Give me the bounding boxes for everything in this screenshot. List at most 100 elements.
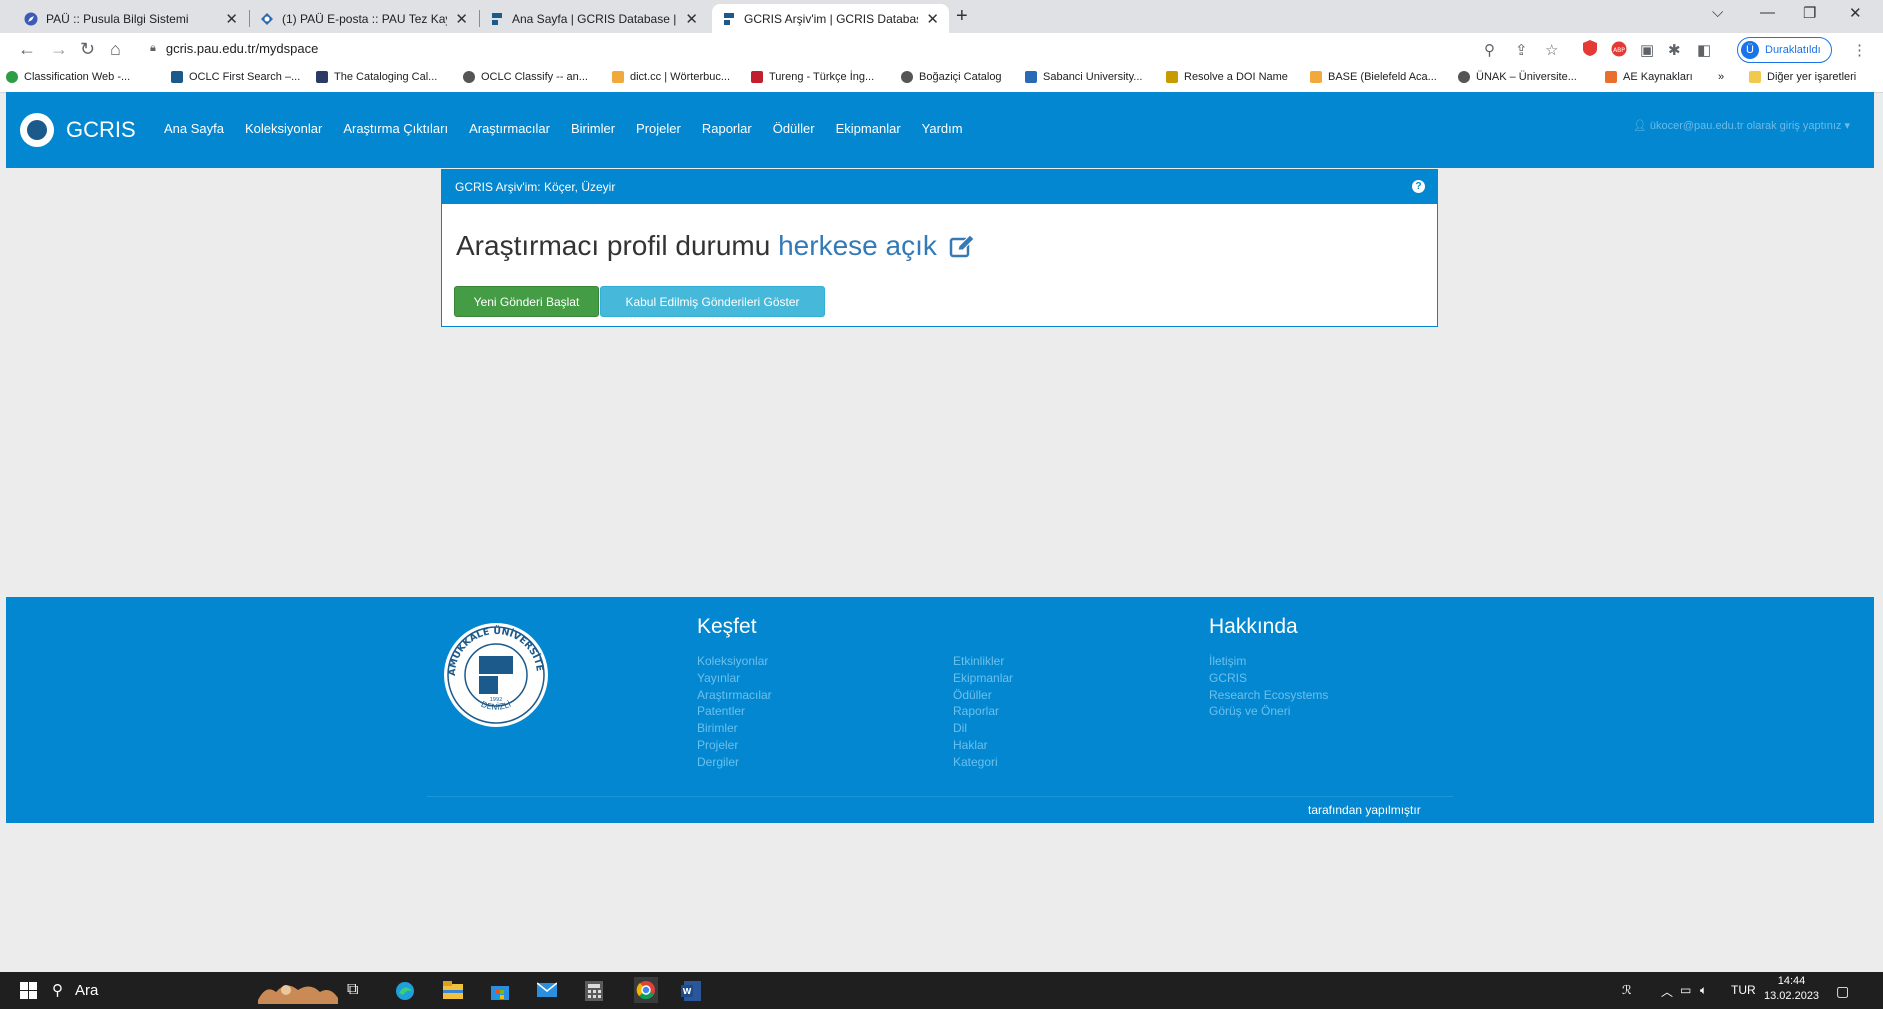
- nav-equipment[interactable]: Ekipmanlar: [836, 121, 901, 136]
- footer-link[interactable]: Koleksiyonlar: [697, 653, 772, 670]
- footer-link[interactable]: Projeler: [697, 737, 772, 754]
- footer-about-col: İletişim GCRIS Research Ecosystems Görüş…: [1209, 653, 1328, 720]
- bookmarks-overflow-button[interactable]: »: [1718, 71, 1724, 83]
- windows-start-icon[interactable]: [20, 982, 37, 1004]
- task-view-icon[interactable]: ⧉: [347, 981, 358, 999]
- nav-units[interactable]: Birimler: [571, 121, 615, 136]
- volume-icon[interactable]: 🔈︎: [1700, 983, 1707, 998]
- caret-up-icon[interactable]: ︿: [1661, 983, 1673, 1000]
- footer-link[interactable]: Raporlar: [953, 703, 1013, 720]
- show-accepted-submissions-button[interactable]: Kabul Edilmiş Gönderileri Göster: [600, 286, 825, 317]
- search-highlight-icon[interactable]: [256, 978, 340, 1009]
- url-bar[interactable]: 🔒︎ gcris.pau.edu.tr/mydspace: [150, 41, 318, 56]
- browser-tab[interactable]: (1) PAÜ E-posta :: PAU Tez Kayıtla ✕: [250, 4, 478, 33]
- bookmark-item[interactable]: AE Kaynakları: [1605, 71, 1693, 83]
- nav-research-outputs[interactable]: Araştırma Çıktıları: [343, 121, 448, 136]
- notification-icon[interactable]: ▢: [1836, 983, 1849, 1000]
- footer-link[interactable]: Patentler: [697, 703, 772, 720]
- share-icon[interactable]: ⇪: [1515, 41, 1528, 59]
- adblock-icon[interactable]: ABP: [1611, 41, 1627, 61]
- home-icon[interactable]: ⌂: [110, 39, 121, 60]
- chrome-icon[interactable]: [634, 977, 658, 1008]
- back-arrow-icon[interactable]: ←: [18, 39, 36, 60]
- taskbar-search[interactable]: ⚲ Ara: [52, 981, 98, 1000]
- bookmark-item[interactable]: Tureng - Türkçe İng...: [751, 71, 874, 83]
- user-login-menu[interactable]: 👤︎ ükocer@pau.edu.tr olarak giriş yaptın…: [1633, 119, 1850, 132]
- new-tab-button[interactable]: +: [956, 5, 968, 28]
- edit-icon[interactable]: [949, 233, 975, 265]
- restore-icon[interactable]: ❐: [1803, 4, 1816, 22]
- reload-icon[interactable]: ↻: [80, 39, 95, 60]
- footer-link[interactable]: Haklar: [953, 737, 1013, 754]
- tureng-icon: [751, 71, 763, 83]
- system-clock[interactable]: 14:44 13.02.2023: [1764, 974, 1819, 1004]
- bookmark-item[interactable]: BASE (Bielefeld Aca...: [1310, 71, 1437, 83]
- nav-help[interactable]: Yardım: [922, 121, 963, 136]
- start-new-submission-button[interactable]: Yeni Gönderi Başlat: [454, 286, 599, 317]
- people-icon[interactable]: ℛ: [1622, 983, 1632, 997]
- profile-button[interactable]: Ü Duraklatıldı: [1737, 37, 1832, 63]
- footer-link[interactable]: Araştırmacılar: [697, 687, 772, 704]
- nav-reports[interactable]: Raporlar: [702, 121, 752, 136]
- close-tab-icon[interactable]: ✕: [225, 10, 238, 28]
- bookmark-item[interactable]: Boğaziçi Catalog: [901, 71, 1002, 83]
- footer-link[interactable]: Yayınlar: [697, 670, 772, 687]
- bookmark-item[interactable]: The Cataloging Cal...: [316, 71, 437, 83]
- tab-search-chevron-icon[interactable]: ⌵: [1712, 4, 1723, 21]
- footer-link[interactable]: Research Ecosystems: [1209, 687, 1328, 704]
- footer-link[interactable]: Birimler: [697, 720, 772, 737]
- store-icon[interactable]: [490, 981, 510, 1006]
- footer-link[interactable]: Dergiler: [697, 754, 772, 771]
- bookmark-item[interactable]: OCLC Classify -- an...: [463, 71, 588, 83]
- other-bookmarks-folder[interactable]: Diğer yer işaretleri: [1749, 71, 1856, 83]
- bookmark-star-icon[interactable]: ☆: [1545, 41, 1558, 59]
- sidepanel-icon[interactable]: ◧: [1697, 41, 1711, 59]
- bookmark-item[interactable]: dict.cc | Wörterbuc...: [612, 71, 730, 83]
- footer-link[interactable]: Kategori: [953, 754, 1013, 771]
- bookmark-item[interactable]: Resolve a DOI Name: [1166, 71, 1288, 83]
- zoom-icon[interactable]: ⚲: [1484, 41, 1495, 59]
- footer-link[interactable]: Etkinlikler: [953, 653, 1013, 670]
- close-tab-icon[interactable]: ✕: [685, 10, 698, 28]
- bookmark-item[interactable]: Sabanci University...: [1025, 71, 1142, 83]
- menu-kebab-icon[interactable]: ⋮: [1852, 41, 1867, 59]
- globe-icon: [901, 71, 913, 83]
- puzzle-icon[interactable]: ✱: [1668, 41, 1681, 59]
- svg-text:W: W: [683, 987, 692, 996]
- word-icon[interactable]: W: [681, 981, 701, 1006]
- nav-collections[interactable]: Koleksiyonlar: [245, 121, 322, 136]
- extension-shield-icon[interactable]: [1582, 39, 1598, 61]
- profile-visibility-link[interactable]: herkese açık: [778, 230, 937, 261]
- mail-app-icon[interactable]: [536, 981, 558, 1004]
- footer-link[interactable]: İletişim: [1209, 653, 1328, 670]
- footer-link[interactable]: Ekipmanlar: [953, 670, 1013, 687]
- network-icon[interactable]: ▭: [1680, 983, 1691, 997]
- grid-icon: [316, 71, 328, 83]
- footer-link[interactable]: Ödüller: [953, 687, 1013, 704]
- nav-home[interactable]: Ana Sayfa: [164, 121, 224, 136]
- footer-link[interactable]: Görüş ve Öneri: [1209, 703, 1328, 720]
- file-explorer-icon[interactable]: [443, 981, 463, 1004]
- help-icon[interactable]: ?: [1412, 180, 1425, 193]
- minimize-icon[interactable]: —: [1760, 4, 1775, 21]
- edge-browser-icon[interactable]: [395, 981, 415, 1006]
- close-tab-icon[interactable]: ✕: [926, 10, 939, 28]
- input-language[interactable]: TUR: [1731, 983, 1756, 997]
- browser-tab[interactable]: PAÜ :: Pusula Bilgi Sistemi ✕: [14, 4, 248, 33]
- close-tab-icon[interactable]: ✕: [455, 10, 468, 28]
- bookmark-item[interactable]: Classification Web -...: [6, 71, 130, 83]
- bookmark-item[interactable]: OCLC First Search –...: [171, 71, 300, 83]
- footer-link[interactable]: Dil: [953, 720, 1013, 737]
- site-logo[interactable]: GCRIS: [20, 113, 136, 147]
- nav-projects[interactable]: Projeler: [636, 121, 681, 136]
- nav-researchers[interactable]: Araştırmacılar: [469, 121, 550, 136]
- nav-awards[interactable]: Ödüller: [773, 121, 815, 136]
- close-window-icon[interactable]: ✕: [1849, 4, 1862, 22]
- browser-tab-active[interactable]: GCRIS Arşiv'im | GCRIS Database ✕: [712, 4, 949, 33]
- bookmark-item[interactable]: ÜNAK – Üniversite...: [1458, 71, 1577, 83]
- calculator-icon[interactable]: [585, 981, 603, 1006]
- footer-link[interactable]: GCRIS: [1209, 670, 1328, 687]
- extension-icon[interactable]: ▣: [1640, 41, 1654, 59]
- browser-tab[interactable]: Ana Sayfa | GCRIS Database | Pan ✕: [480, 4, 708, 33]
- forward-arrow-icon[interactable]: →: [50, 39, 68, 60]
